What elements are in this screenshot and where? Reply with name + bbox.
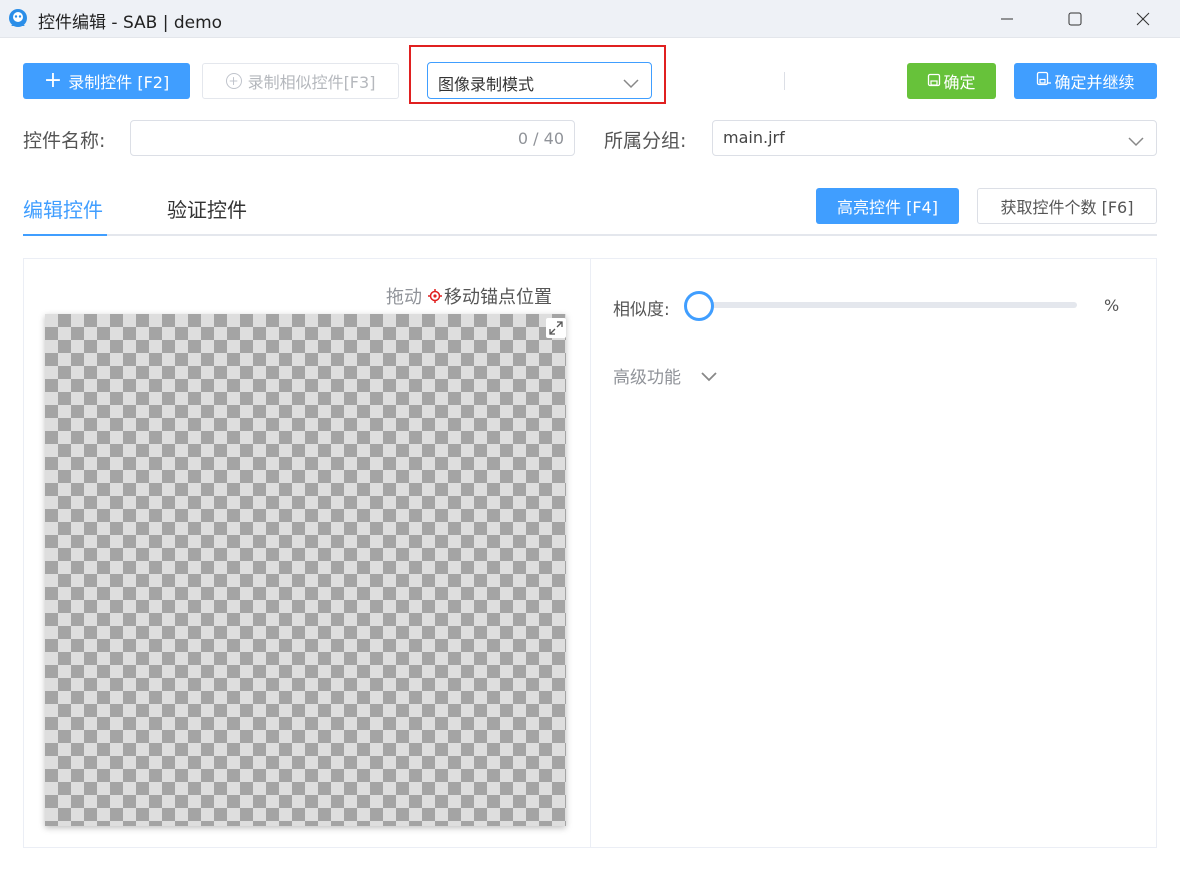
control-name-input[interactable]: 0 / 40: [130, 120, 575, 156]
similarity-label: 相似度:: [613, 300, 670, 320]
title-bar: 控件编辑 - SAB | demo: [0, 0, 1180, 38]
similarity-slider-track[interactable]: [698, 302, 1077, 308]
image-preview-canvas[interactable]: [45, 314, 566, 826]
confirm-continue-button[interactable]: 确定并继续: [1014, 63, 1157, 99]
anchor-icon: [428, 289, 442, 303]
similarity-unit: %: [1104, 296, 1120, 315]
save-icon: [927, 72, 941, 91]
control-name-label: 控件名称:: [23, 130, 106, 152]
tabs-underline: [23, 234, 1157, 236]
active-tab-indicator: [23, 234, 107, 236]
move-anchor-label: 移动锚点位置: [444, 287, 552, 308]
maximize-icon: [1068, 12, 1082, 26]
group-value: main.jrf: [723, 128, 785, 147]
add-circle-icon: +: [225, 73, 242, 89]
get-control-count-button[interactable]: 获取控件个数 [F6]: [977, 188, 1157, 224]
save-next-icon: [1036, 71, 1052, 91]
advanced-toggle[interactable]: 高级功能: [613, 363, 717, 388]
record-mode-value: 图像录制模式: [438, 75, 535, 94]
confirm-label: 确定: [943, 73, 976, 92]
get-control-count-label: 获取控件个数 [F6]: [1000, 198, 1134, 217]
expand-icon[interactable]: [546, 318, 566, 338]
tab-verify-control[interactable]: 验证控件: [167, 194, 247, 223]
confirm-button[interactable]: 确定: [907, 63, 996, 99]
chevron-down-icon: [701, 370, 717, 382]
window-title: 控件编辑 - SAB | demo: [38, 13, 223, 33]
record-mode-select[interactable]: 图像录制模式: [427, 62, 652, 99]
tab-edit-control[interactable]: 编辑控件: [23, 194, 103, 223]
chevron-down-icon: [623, 74, 639, 93]
similarity-slider-handle[interactable]: [684, 291, 714, 321]
record-control-button[interactable]: + 录制控件 [F2]: [23, 63, 190, 99]
panel-divider: [590, 258, 591, 848]
chevron-down-icon: [1128, 132, 1144, 151]
record-similar-label: 录制相似控件[F3]: [247, 73, 376, 92]
confirm-continue-label: 确定并继续: [1054, 73, 1135, 92]
drag-label: 拖动: [386, 287, 422, 308]
advanced-label: 高级功能: [613, 368, 681, 388]
toolbar-divider: [784, 72, 785, 90]
record-control-label: 录制控件 [F2]: [68, 73, 170, 92]
minimize-icon: [1001, 18, 1013, 20]
maximize-button[interactable]: [1046, 0, 1104, 38]
char-counter: 0 / 40: [517, 129, 564, 148]
drag-hint: 拖动 移动锚点位置: [386, 283, 552, 309]
group-label: 所属分组:: [604, 130, 687, 152]
app-logo-icon: [7, 8, 29, 30]
group-select[interactable]: main.jrf: [712, 120, 1157, 156]
close-button[interactable]: [1114, 0, 1172, 38]
close-icon: [1136, 12, 1150, 26]
highlight-control-button[interactable]: 高亮控件 [F4]: [816, 188, 959, 224]
highlight-control-label: 高亮控件 [F4]: [837, 198, 938, 217]
record-similar-button[interactable]: + 录制相似控件[F3]: [202, 63, 399, 99]
minimize-button[interactable]: [978, 0, 1036, 38]
plus-icon: +: [43, 68, 63, 93]
